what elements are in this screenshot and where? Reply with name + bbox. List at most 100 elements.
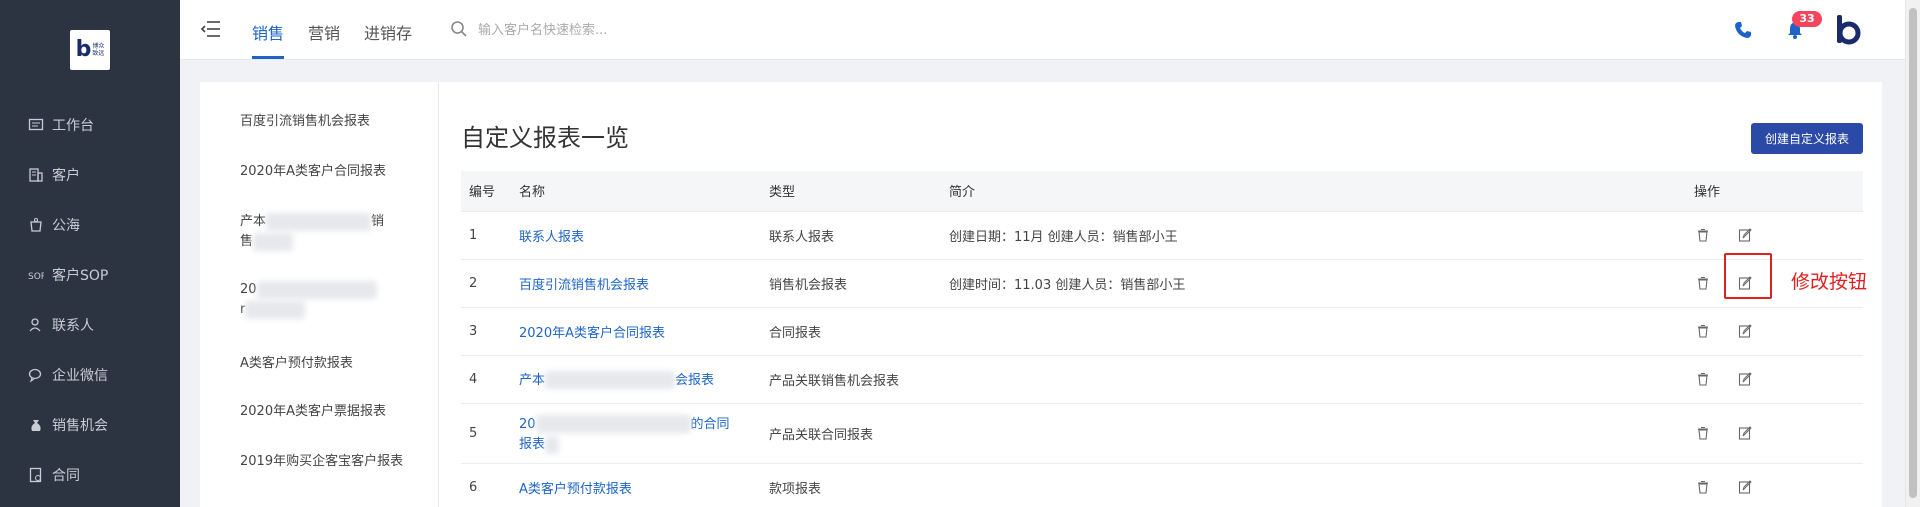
table-row: 2 百度引流销售机会报表 销售机会报表 创建时间：11.03 创建人员：销售部小… [461,259,1863,308]
row-desc: 创建时间：11.03 创建人员：销售部小王 [941,259,1686,308]
side-list-item-text: 售 [240,234,254,249]
name-text: 产本 [519,372,546,388]
delete-icon[interactable] [1696,324,1710,338]
row-type: 款项报表 [761,463,941,507]
edit-icon[interactable] [1738,426,1752,440]
row-desc: 创建日期：11月 创建人员：销售部小王 [941,211,1686,260]
sidebar-item-customer-sop[interactable]: SOP 客户SOP [0,250,180,300]
sidebar-item-dashboard[interactable]: 工作台 [0,100,180,150]
side-list-item[interactable]: 2020年A类客户合同报表 [240,162,410,182]
report-name-link-obscured[interactable]: 20 的合同报表 [511,403,761,464]
report-name-link[interactable]: 联系人报表 [511,211,761,260]
blurred-text [253,232,294,251]
blurred-text [535,415,691,433]
column-header-type: 类型 [761,171,941,212]
report-side-list: 百度引流销售机会报表 2020年A类客户合同报表 产本 销 售 20 r A类客户… [200,82,439,507]
row-desc [941,463,1686,507]
side-list-item[interactable]: 2019年购买企客宝客户报表 [240,452,410,472]
delete-icon[interactable] [1696,372,1710,386]
row-actions [1686,211,1863,260]
report-name-link[interactable]: A类客户预付款报表 [511,463,761,507]
logo-text: 博众 致远 [92,43,105,57]
table-header-row: 编号 名称 类型 简介 操作 [461,171,1863,212]
customer-search-input[interactable] [478,17,738,43]
page-scrollbar[interactable] [1905,0,1920,507]
name-text: 的合同 [690,416,730,432]
pool-icon [30,218,42,232]
content-panel: 百度引流销售机会报表 2020年A类客户合同报表 产本 销 售 20 r A类客户… [200,82,1882,507]
sidebar-item-contracts[interactable]: 合同 [0,450,180,500]
column-header-id: 编号 [461,171,511,212]
search-icon[interactable] [450,20,468,38]
edit-icon[interactable] [1738,228,1752,242]
row-type: 合同报表 [761,307,941,356]
name-text: 报表 [519,437,546,452]
row-id: 4 [461,355,511,404]
report-name-link-obscured[interactable]: 产本 会报表 [511,355,761,404]
row-desc [941,403,1686,464]
sidebar-item-public-pool[interactable]: 公海 [0,200,180,250]
building-icon [29,168,43,182]
name-text: 20 [519,416,536,432]
edit-icon[interactable] [1738,276,1752,290]
table-row: 4 产本 会报表 产品关联销售机会报表 [461,355,1863,404]
notification-badge: 33 [1792,11,1822,27]
row-id: 3 [461,307,511,356]
sidebar-item-label: 销售机会 [52,418,108,434]
column-header-desc: 简介 [941,171,1686,212]
edit-icon[interactable] [1738,372,1752,386]
sidebar-item-contacts[interactable]: 联系人 [0,300,180,350]
delete-icon[interactable] [1696,480,1710,494]
sidebar-item-label: 企业微信 [52,368,108,384]
moneybag-icon [31,420,41,431]
report-name-link[interactable]: 2020年A类客户合同报表 [511,307,761,356]
edit-icon[interactable] [1738,324,1752,338]
delete-icon[interactable] [1696,426,1710,440]
table-row: 3 2020年A类客户合同报表 合同报表 [461,307,1863,356]
phone-icon[interactable] [1733,20,1753,40]
brand-logo-icon[interactable] [1835,14,1861,46]
row-actions [1686,463,1863,507]
sidebar-item-label: 工作台 [52,118,94,134]
side-list-item[interactable]: A类客户预付款报表 [240,354,410,374]
contract-icon [29,467,42,483]
row-actions [1686,355,1863,404]
table-row: 6 A类客户预付款报表 款项报表 [461,463,1863,507]
table-row: 5 20 的合同 报表 产品关联合同报表 [461,403,1863,464]
delete-icon[interactable] [1696,276,1710,290]
scrollbar-thumb[interactable] [1909,8,1917,498]
side-list-item-obscured[interactable]: 产本 销 售 [240,212,410,252]
sidebar-item-label: 客户SOP [52,268,109,284]
sidebar-item-label: 公海 [52,218,80,234]
edit-icon[interactable] [1738,480,1752,494]
column-header-name: 名称 [511,171,761,212]
tab-inventory[interactable]: 进销存 [364,20,412,44]
sidebar-item-customers[interactable]: 客户 [0,150,180,200]
row-id: 6 [461,463,511,507]
row-actions [1686,403,1863,464]
blurred-text [266,212,372,231]
side-list-item-obscured[interactable]: 20 r [240,280,410,320]
row-id: 2 [461,259,511,308]
edit-button-annotation: 修改按钮 [1791,271,1868,293]
side-list-item-text: 销 [371,214,385,229]
tab-sales[interactable]: 销售 [252,20,284,44]
row-desc [941,355,1686,404]
create-report-button[interactable]: 创建自定义报表 [1751,123,1863,154]
delete-icon[interactable] [1696,228,1710,242]
name-text: 会报表 [675,372,715,388]
report-name-link[interactable]: 百度引流销售机会报表 [511,259,761,308]
sidebar-nav: 工作台 客户 公海 SOP 客户SOP 联系人 企业微信 销售机会 合同 [0,100,180,500]
sidebar-item-wecom[interactable]: 企业微信 [0,350,180,400]
side-list-item[interactable]: 2020年A类客户票据报表 [240,402,410,422]
row-type: 产品关联销售机会报表 [761,355,941,404]
app-logo[interactable]: b 博众 致远 [70,30,110,70]
side-list-item[interactable]: 百度引流销售机会报表 [240,112,410,132]
collapse-menu-icon[interactable] [200,18,222,40]
sidebar-item-opportunities[interactable]: 销售机会 [0,400,180,450]
sidebar-item-label: 客户 [52,168,80,184]
sidebar: b 博众 致远 工作台 客户 公海 SOP 客户SOP 联系人 企业微信 销售机… [0,0,180,507]
report-table: 编号 名称 类型 简介 操作 1 联系人报表 联系人报表 创建日期：11月 创建… [461,171,1863,507]
active-tab-indicator [252,56,284,59]
tab-marketing[interactable]: 营销 [308,20,340,44]
